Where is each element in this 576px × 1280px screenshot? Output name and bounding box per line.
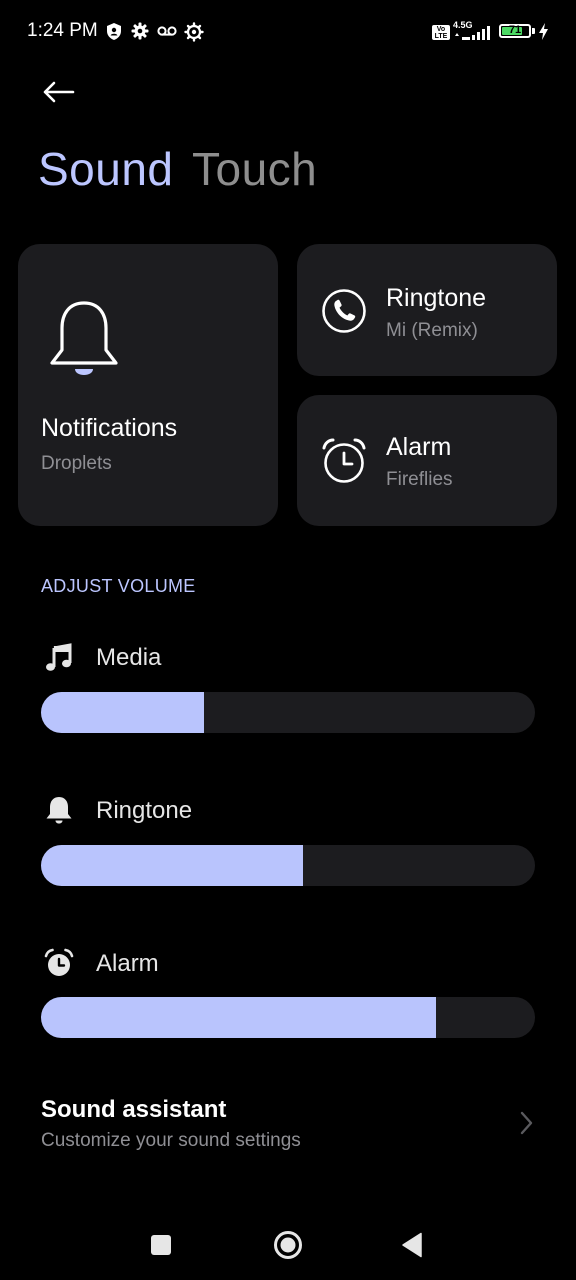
status-time: 1:24 PM bbox=[27, 20, 98, 41]
ringtone-volume-slider[interactable] bbox=[41, 845, 535, 886]
ringtone-volume-fill bbox=[41, 845, 303, 886]
alarm-icon bbox=[44, 948, 74, 976]
ringtone-card[interactable]: Ringtone Mi (Remix) bbox=[297, 244, 557, 376]
notifications-subtitle: Droplets bbox=[41, 453, 112, 474]
ringtone-volume-label: Ringtone bbox=[96, 797, 193, 824]
sound-assistant-subtitle: Customize your sound settings bbox=[41, 1130, 301, 1151]
signal-icon bbox=[455, 26, 490, 40]
music-note-icon bbox=[46, 643, 72, 671]
tab-touch[interactable]: Touch bbox=[192, 142, 317, 196]
home-circle-icon bbox=[274, 1231, 302, 1259]
home-button[interactable] bbox=[266, 1223, 310, 1267]
recents-button[interactable] bbox=[141, 1225, 181, 1265]
adjust-volume-heading: ADJUST VOLUME bbox=[41, 576, 196, 596]
alarm-volume-slider[interactable] bbox=[41, 997, 535, 1038]
battery-icon: 71 bbox=[499, 24, 531, 38]
alarm-card-subtitle: Fireflies bbox=[386, 469, 453, 490]
chevron-right-icon bbox=[520, 1111, 533, 1135]
media-volume-fill bbox=[41, 692, 205, 733]
media-volume-slider[interactable] bbox=[41, 692, 535, 733]
media-volume-label: Media bbox=[96, 644, 162, 671]
battery-nub bbox=[532, 28, 535, 34]
ringtone-card-subtitle: Mi (Remix) bbox=[386, 320, 478, 341]
charging-icon bbox=[539, 23, 548, 40]
alarm-card[interactable]: Alarm Fireflies bbox=[297, 395, 557, 526]
arrow-left-icon bbox=[43, 81, 75, 103]
recents-square-icon bbox=[151, 1235, 171, 1255]
back-button[interactable] bbox=[36, 72, 80, 112]
alarm-clock-icon bbox=[322, 438, 366, 483]
battery-level: 71 bbox=[508, 24, 522, 36]
back-nav-button[interactable] bbox=[392, 1224, 432, 1266]
bell-icon bbox=[46, 797, 72, 824]
shield-icon bbox=[107, 23, 121, 40]
gear-icon bbox=[131, 22, 149, 40]
sound-assistant-title: Sound assistant bbox=[41, 1096, 227, 1123]
ringtone-card-title: Ringtone bbox=[386, 284, 487, 312]
notifications-card[interactable]: Notifications Droplets bbox=[18, 244, 278, 526]
alarm-card-title: Alarm bbox=[386, 433, 452, 461]
volte-badge: Vo LTE bbox=[432, 25, 450, 40]
bell-outline-icon bbox=[50, 301, 118, 375]
alarm-volume-fill bbox=[41, 997, 437, 1038]
alarm-volume-label: Alarm bbox=[96, 950, 159, 977]
settings-cog-icon bbox=[184, 22, 204, 42]
voicemail-icon bbox=[157, 26, 177, 36]
tab-sound[interactable]: Sound bbox=[38, 142, 174, 196]
back-triangle-icon bbox=[402, 1232, 422, 1258]
phone-circle-icon bbox=[322, 289, 366, 333]
notifications-title: Notifications bbox=[41, 414, 178, 442]
